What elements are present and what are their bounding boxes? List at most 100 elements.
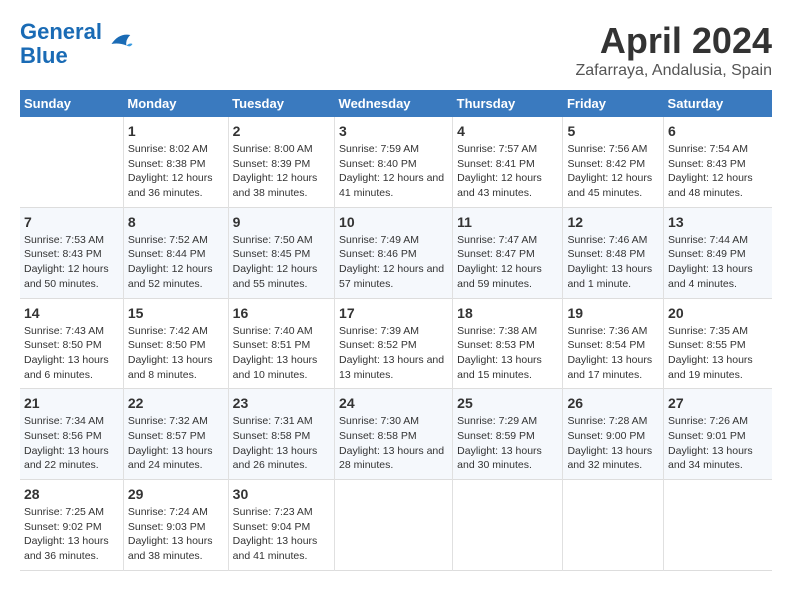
col-header-monday: Monday	[123, 90, 228, 117]
day-number: 19	[567, 305, 659, 321]
calendar-cell: 11 Sunrise: 7:47 AMSunset: 8:47 PMDayligh…	[453, 207, 563, 298]
logo-general: General	[20, 19, 102, 44]
calendar-cell: 17 Sunrise: 7:39 AMSunset: 8:52 PMDayligh…	[335, 298, 453, 389]
col-header-friday: Friday	[563, 90, 664, 117]
cell-info: Sunrise: 7:56 AMSunset: 8:42 PMDaylight:…	[567, 142, 659, 201]
calendar-cell	[563, 480, 664, 571]
page-subtitle: Zafarraya, Andalusia, Spain	[575, 62, 772, 80]
calendar-cell	[453, 480, 563, 571]
day-number: 8	[128, 214, 224, 230]
day-number: 17	[339, 305, 448, 321]
calendar-cell	[20, 117, 123, 207]
col-header-thursday: Thursday	[453, 90, 563, 117]
day-number: 27	[668, 395, 768, 411]
calendar-cell: 29 Sunrise: 7:24 AMSunset: 9:03 PMDayligh…	[123, 480, 228, 571]
calendar-cell	[664, 480, 772, 571]
cell-info: Sunrise: 7:40 AMSunset: 8:51 PMDaylight:…	[233, 324, 330, 383]
day-number: 1	[128, 123, 224, 139]
calendar-week-row: 7Sunrise: 7:53 AMSunset: 8:43 PMDaylight…	[20, 207, 772, 298]
title-block: April 2024 Zafarraya, Andalusia, Spain	[575, 20, 772, 80]
cell-info: Sunrise: 7:23 AMSunset: 9:04 PMDaylight:…	[233, 505, 330, 564]
day-number: 4	[457, 123, 558, 139]
calendar-cell: 18 Sunrise: 7:38 AMSunset: 8:53 PMDayligh…	[453, 298, 563, 389]
logo-text: General Blue	[20, 20, 102, 68]
cell-info: Sunrise: 8:02 AMSunset: 8:38 PMDaylight:…	[128, 142, 224, 201]
calendar-cell: 28Sunrise: 7:25 AMSunset: 9:02 PMDayligh…	[20, 480, 123, 571]
logo-blue: Blue	[20, 43, 68, 68]
cell-info: Sunrise: 7:28 AMSunset: 9:00 PMDaylight:…	[567, 414, 659, 473]
day-number: 26	[567, 395, 659, 411]
calendar-cell: 20 Sunrise: 7:35 AMSunset: 8:55 PMDayligh…	[664, 298, 772, 389]
calendar-cell: 8 Sunrise: 7:52 AMSunset: 8:44 PMDaylight…	[123, 207, 228, 298]
logo-bird-icon	[104, 29, 134, 59]
day-number: 23	[233, 395, 330, 411]
calendar-header-row: SundayMondayTuesdayWednesdayThursdayFrid…	[20, 90, 772, 117]
col-header-tuesday: Tuesday	[228, 90, 334, 117]
calendar-cell: 1 Sunrise: 8:02 AMSunset: 8:38 PMDaylight…	[123, 117, 228, 207]
day-number: 25	[457, 395, 558, 411]
day-number: 20	[668, 305, 768, 321]
page-header: General Blue April 2024 Zafarraya, Andal…	[20, 20, 772, 80]
day-number: 18	[457, 305, 558, 321]
col-header-sunday: Sunday	[20, 90, 123, 117]
cell-info: Sunrise: 7:38 AMSunset: 8:53 PMDaylight:…	[457, 324, 558, 383]
day-number: 29	[128, 486, 224, 502]
calendar-cell: 30 Sunrise: 7:23 AMSunset: 9:04 PMDayligh…	[228, 480, 334, 571]
day-number: 6	[668, 123, 768, 139]
cell-info: Sunrise: 7:39 AMSunset: 8:52 PMDaylight:…	[339, 324, 448, 383]
cell-info: Sunrise: 7:42 AMSunset: 8:50 PMDaylight:…	[128, 324, 224, 383]
calendar-cell: 26 Sunrise: 7:28 AMSunset: 9:00 PMDayligh…	[563, 389, 664, 480]
calendar-week-row: 28Sunrise: 7:25 AMSunset: 9:02 PMDayligh…	[20, 480, 772, 571]
calendar-cell: 15Sunrise: 7:42 AMSunset: 8:50 PMDayligh…	[123, 298, 228, 389]
calendar-cell: 13Sunrise: 7:44 AMSunset: 8:49 PMDayligh…	[664, 207, 772, 298]
calendar-table: SundayMondayTuesdayWednesdayThursdayFrid…	[20, 90, 772, 571]
day-number: 30	[233, 486, 330, 502]
calendar-cell: 23 Sunrise: 7:31 AMSunset: 8:58 PMDayligh…	[228, 389, 334, 480]
calendar-cell: 14 Sunrise: 7:43 AMSunset: 8:50 PMDayligh…	[20, 298, 123, 389]
calendar-week-row: 14 Sunrise: 7:43 AMSunset: 8:50 PMDayligh…	[20, 298, 772, 389]
cell-info: Sunrise: 7:54 AMSunset: 8:43 PMDaylight:…	[668, 142, 768, 201]
day-number: 3	[339, 123, 448, 139]
calendar-cell: 5Sunrise: 7:56 AMSunset: 8:42 PMDaylight…	[563, 117, 664, 207]
cell-info: Sunrise: 7:49 AMSunset: 8:46 PMDaylight:…	[339, 233, 448, 292]
calendar-cell	[335, 480, 453, 571]
day-number: 9	[233, 214, 330, 230]
calendar-cell: 6 Sunrise: 7:54 AMSunset: 8:43 PMDaylight…	[664, 117, 772, 207]
calendar-week-row: 1 Sunrise: 8:02 AMSunset: 8:38 PMDaylight…	[20, 117, 772, 207]
day-number: 11	[457, 214, 558, 230]
calendar-cell: 22Sunrise: 7:32 AMSunset: 8:57 PMDayligh…	[123, 389, 228, 480]
day-number: 10	[339, 214, 448, 230]
cell-info: Sunrise: 7:26 AMSunset: 9:01 PMDaylight:…	[668, 414, 768, 473]
cell-info: Sunrise: 8:00 AMSunset: 8:39 PMDaylight:…	[233, 142, 330, 201]
cell-info: Sunrise: 7:52 AMSunset: 8:44 PMDaylight:…	[128, 233, 224, 292]
cell-info: Sunrise: 7:24 AMSunset: 9:03 PMDaylight:…	[128, 505, 224, 564]
day-number: 21	[24, 395, 119, 411]
cell-info: Sunrise: 7:25 AMSunset: 9:02 PMDaylight:…	[24, 505, 119, 564]
cell-info: Sunrise: 7:32 AMSunset: 8:57 PMDaylight:…	[128, 414, 224, 473]
cell-info: Sunrise: 7:53 AMSunset: 8:43 PMDaylight:…	[24, 233, 119, 292]
calendar-cell: 10 Sunrise: 7:49 AMSunset: 8:46 PMDayligh…	[335, 207, 453, 298]
cell-info: Sunrise: 7:46 AMSunset: 8:48 PMDaylight:…	[567, 233, 659, 292]
day-number: 14	[24, 305, 119, 321]
day-number: 2	[233, 123, 330, 139]
col-header-saturday: Saturday	[664, 90, 772, 117]
cell-info: Sunrise: 7:43 AMSunset: 8:50 PMDaylight:…	[24, 324, 119, 383]
calendar-cell: 7Sunrise: 7:53 AMSunset: 8:43 PMDaylight…	[20, 207, 123, 298]
calendar-cell: 9 Sunrise: 7:50 AMSunset: 8:45 PMDaylight…	[228, 207, 334, 298]
cell-info: Sunrise: 7:34 AMSunset: 8:56 PMDaylight:…	[24, 414, 119, 473]
cell-info: Sunrise: 7:59 AMSunset: 8:40 PMDaylight:…	[339, 142, 448, 201]
day-number: 12	[567, 214, 659, 230]
calendar-cell: 24Sunrise: 7:30 AMSunset: 8:58 PMDayligh…	[335, 389, 453, 480]
calendar-cell: 16Sunrise: 7:40 AMSunset: 8:51 PMDayligh…	[228, 298, 334, 389]
calendar-cell: 27 Sunrise: 7:26 AMSunset: 9:01 PMDayligh…	[664, 389, 772, 480]
cell-info: Sunrise: 7:50 AMSunset: 8:45 PMDaylight:…	[233, 233, 330, 292]
cell-info: Sunrise: 7:47 AMSunset: 8:47 PMDaylight:…	[457, 233, 558, 292]
cell-info: Sunrise: 7:29 AMSunset: 8:59 PMDaylight:…	[457, 414, 558, 473]
calendar-cell: 2 Sunrise: 8:00 AMSunset: 8:39 PMDaylight…	[228, 117, 334, 207]
cell-info: Sunrise: 7:35 AMSunset: 8:55 PMDaylight:…	[668, 324, 768, 383]
calendar-cell: 21 Sunrise: 7:34 AMSunset: 8:56 PMDayligh…	[20, 389, 123, 480]
cell-info: Sunrise: 7:31 AMSunset: 8:58 PMDaylight:…	[233, 414, 330, 473]
col-header-wednesday: Wednesday	[335, 90, 453, 117]
calendar-cell: 4 Sunrise: 7:57 AMSunset: 8:41 PMDaylight…	[453, 117, 563, 207]
cell-info: Sunrise: 7:57 AMSunset: 8:41 PMDaylight:…	[457, 142, 558, 201]
